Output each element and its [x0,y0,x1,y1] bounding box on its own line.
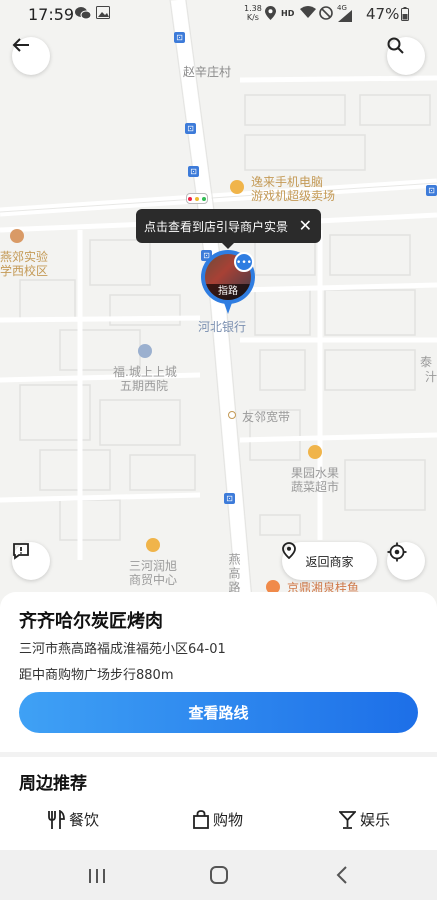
pin-label: 指路 [205,284,251,300]
do-not-disturb-icon [319,6,333,24]
shop-name: 齐齐哈尔炭匠烤肉 [19,611,163,632]
map-label: 五期西院 [120,379,169,393]
map-label: 赵辛庄村 [183,65,232,79]
battery-icon [401,7,409,25]
shop-poi-icon[interactable] [230,180,244,194]
map-label: 商贸中心 [129,573,178,587]
map-view[interactable]: ⊡ ⊡ ⊡ ⊡ ⊡ ⊡ 赵辛庄村 逸来手机电脑 游戏机超级卖场 燕郊实验 学西校… [0,0,437,610]
location-icon [265,6,276,24]
map-label: 蔬菜超市 [291,480,340,494]
gallery-icon [96,6,110,23]
feedback-button[interactable] [12,542,50,580]
return-to-shop-button[interactable]: 返回商家 [282,542,377,580]
shop-address: 三河市燕高路福成淮福苑小区64-01 [19,642,226,657]
nearby-section: 周边推荐 餐饮 购物 娱乐 [0,757,437,850]
chat-bubble-icon[interactable]: ••• [234,252,254,272]
battery-percent: 47% [366,5,400,23]
category-entertainment[interactable]: 娱乐 [339,809,390,830]
shopping-bag-icon [193,810,209,829]
bus-stop-icon: ⊡ [185,123,196,134]
search-button[interactable] [387,37,425,75]
map-label: 汁 [425,370,437,384]
bus-stop-icon: ⊡ [188,166,199,177]
map-label: 友邻宽带 [242,410,291,424]
hd-badge: HD [281,9,295,18]
shop-distance: 距中商购物广场步行880m [19,668,174,683]
wechat-icon [75,6,92,24]
school-poi-icon[interactable] [10,229,24,243]
net-speed: 1.38 K/s [244,4,262,22]
recent-apps-icon [89,869,105,883]
category-label: 餐饮 [69,811,100,829]
wifi-icon [300,6,316,23]
road-label: 燕高路 [227,553,241,595]
shop-poi-icon[interactable] [146,538,160,552]
status-bar: 17:59 1.38 K/s HD 4G 47% [0,0,437,30]
category-dining[interactable]: 餐饮 [47,809,99,830]
net-speed-value: 1.38 [244,4,262,13]
system-nav-bar [0,850,437,900]
pin-tail [223,300,233,314]
shop-poi-icon[interactable] [308,445,322,459]
signal-icon [338,10,352,26]
return-to-shop-label: 返回商家 [305,554,354,569]
guide-tooltip[interactable]: 点击查看到店引导商户实景 ✕ [136,209,321,249]
cocktail-icon [339,811,356,829]
crosshair-icon [387,542,407,562]
map-label: 游戏机超级卖场 [251,189,336,203]
shop-location-pin[interactable]: 指路 ••• [201,250,257,322]
view-route-button[interactable]: 查看路线 [19,692,418,733]
poi-dot-icon [228,411,236,419]
tooltip-text: 点击查看到店引导商户实景 [144,219,289,234]
category-label: 娱乐 [360,811,391,829]
close-icon[interactable]: ✕ [299,216,312,235]
arrow-left-icon [12,38,29,52]
map-label: 学西校区 [0,264,49,278]
nearby-title: 周边推荐 [19,774,87,794]
home-button[interactable] [210,866,228,888]
recent-apps-button[interactable] [88,868,106,887]
search-icon [387,37,404,54]
location-pin-icon [282,542,296,559]
chevron-left-icon [336,866,347,884]
system-back-button[interactable] [336,866,348,888]
traffic-light-icon [186,193,208,204]
bus-stop-icon: ⊡ [174,32,185,43]
category-shopping[interactable]: 购物 [193,809,243,830]
locate-me-button[interactable] [387,542,425,580]
feedback-icon [13,543,29,560]
net-speed-unit: K/s [246,13,259,22]
home-icon [210,866,228,884]
fork-knife-icon [48,809,65,829]
status-time: 17:59 [28,5,75,24]
bus-stop-icon: ⊡ [224,493,235,504]
bus-stop-icon: ⊡ [426,185,437,196]
residential-poi-icon[interactable] [138,344,152,358]
back-button[interactable] [12,37,50,75]
category-label: 购物 [213,811,244,829]
shop-info-sheet: 齐齐哈尔炭匠烤肉 三河市燕高路福成淮福苑小区64-01 距中商购物广场步行880… [0,592,437,752]
